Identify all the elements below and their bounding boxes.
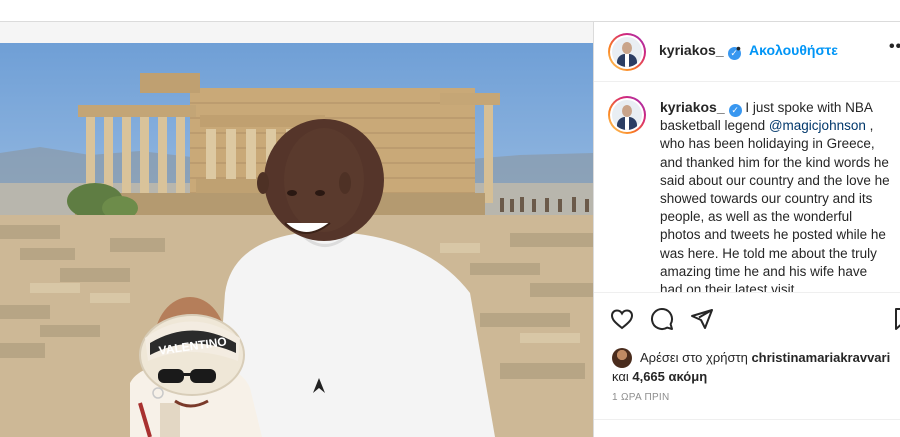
likes-section: Αρέσει στο χρήστη christinamariakravvari…: [594, 342, 900, 392]
caption-username[interactable]: kyriakos_: [660, 99, 725, 115]
caption-avatar-image: [612, 100, 642, 130]
divider: [594, 419, 900, 420]
caption-avatar[interactable]: [608, 96, 646, 134]
bookmark-icon[interactable]: [892, 307, 900, 331]
author-avatar[interactable]: [608, 33, 646, 71]
likes-count-link[interactable]: 4,665 ακόμη: [632, 369, 707, 384]
browser-top-strip: [0, 0, 900, 22]
post-side-panel: kyriakos_✓ • Ακολουθήστε ••• kyriakos_✓ …: [593, 22, 900, 437]
avatar-image: [612, 37, 642, 67]
comment-icon[interactable]: [650, 307, 674, 331]
more-icon[interactable]: •••: [889, 38, 900, 56]
action-bar: [594, 292, 900, 342]
photo-illustration: VALENTINO: [0, 43, 593, 437]
caption-verified-icon: ✓: [728, 104, 742, 117]
likes-prefix: Αρέσει στο χρήστη: [640, 350, 752, 365]
author-username[interactable]: kyriakos_: [659, 42, 724, 58]
caption-body-2: , who has been holidaying in Greece, and…: [660, 118, 890, 292]
likes-line-1: Αρέσει στο χρήστη christinamariakravvari: [640, 350, 890, 365]
post-header: kyriakos_✓ • Ακολουθήστε •••: [594, 22, 900, 82]
likes-and: και: [612, 369, 633, 384]
follow-button[interactable]: Ακολουθήστε: [749, 42, 838, 58]
heart-icon[interactable]: [610, 307, 634, 331]
dot-separator: •: [736, 40, 741, 56]
header-author: kyriakos_ ✓: [659, 42, 741, 60]
caption-text: kyriakos_ ✓ I just spoke with NBA basketb…: [660, 98, 892, 292]
caption-section: kyriakos_ ✓ I just spoke with NBA basketb…: [594, 82, 900, 292]
share-icon[interactable]: [690, 307, 714, 331]
caption-mention-link[interactable]: @magicjohnson: [769, 118, 866, 133]
post-timestamp[interactable]: 1 ΩΡΑ ΠΡΙΝ: [612, 392, 670, 403]
liker-avatar[interactable]: [612, 348, 632, 368]
liker-username[interactable]: christinamariakravvari: [751, 350, 890, 365]
likes-line-2: και 4,665 ακόμη: [612, 369, 707, 384]
post-photo[interactable]: VALENTINO: [0, 43, 593, 437]
